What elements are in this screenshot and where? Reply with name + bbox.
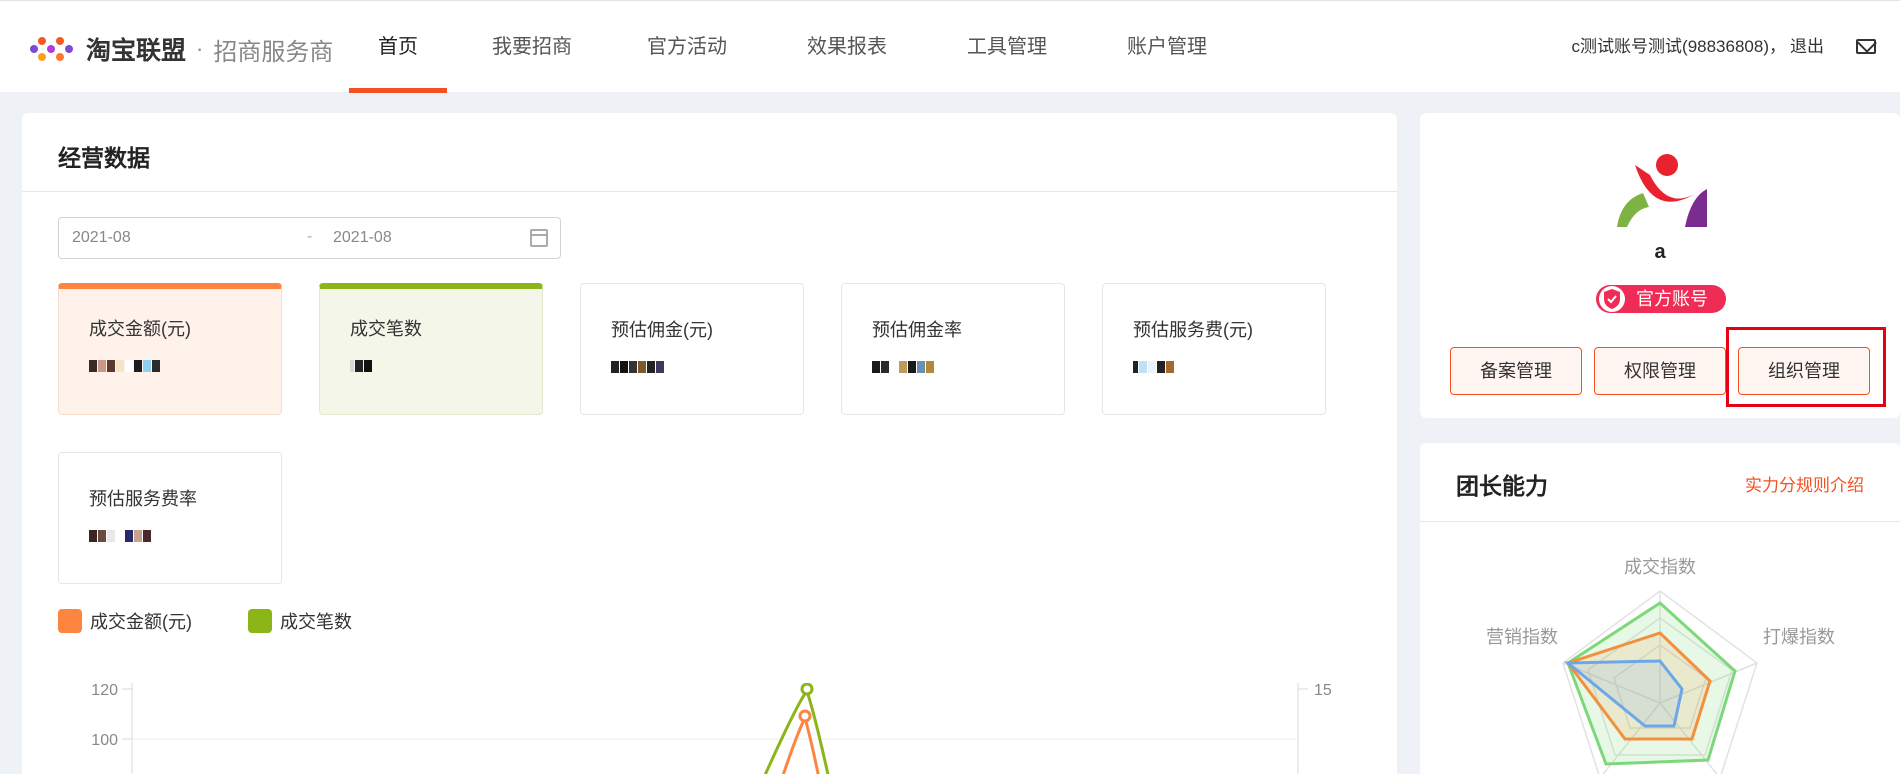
- nav-official-activity[interactable]: 官方活动: [617, 1, 757, 93]
- brand-subtitle: 招商服务商: [213, 38, 334, 66]
- data-point-gmv[interactable]: [798, 709, 812, 723]
- nav-account-management[interactable]: 账户管理: [1077, 1, 1257, 93]
- record-management-button[interactable]: 备案管理: [1450, 347, 1582, 395]
- masked-value: [89, 355, 161, 377]
- y-tick-label: 120: [91, 683, 118, 699]
- legend-item-gmv[interactable]: 成交金额(元): [58, 608, 192, 634]
- nav-recruit[interactable]: 我要招商: [447, 1, 617, 93]
- user-account-text: c测试账号测试(98836808)，: [1571, 37, 1786, 56]
- legend-item-orders[interactable]: 成交笔数: [248, 608, 352, 634]
- radar-axis-label: 打爆指数: [1763, 627, 1835, 647]
- legend-swatch: [248, 609, 272, 633]
- stat-card-commission[interactable]: 预估佣金(元): [580, 283, 804, 415]
- trend-line-chart: 120 100 15: [91, 683, 1332, 774]
- ability-rules-link[interactable]: 实力分规则介绍: [1745, 471, 1864, 496]
- alliance-logo-icon: [30, 35, 78, 63]
- nav-effect-report[interactable]: 效果报表: [757, 1, 937, 93]
- business-data-title: 经营数据: [58, 145, 150, 171]
- brand-logo[interactable]: 淘宝联盟 · 招商服务商: [30, 33, 334, 66]
- mail-icon[interactable]: [1856, 39, 1876, 54]
- stat-card-gmv[interactable]: 成交金额(元): [58, 283, 282, 415]
- stat-card-orders[interactable]: 成交笔数: [319, 283, 543, 415]
- stat-card-commission-rate[interactable]: 预估佣金率: [841, 283, 1065, 415]
- badge-label: 官方账号: [1636, 289, 1708, 309]
- divider: [22, 191, 1397, 192]
- stat-label: 预估佣金率: [872, 320, 962, 340]
- masked-value: [1133, 356, 1175, 378]
- date-separator: -: [307, 228, 313, 245]
- date-start-input[interactable]: 2021-08: [72, 229, 131, 247]
- y-tick-label: 100: [91, 732, 118, 749]
- top-navigation-bar: 淘宝联盟 · 招商服务商 首页 我要招商 官方活动 效果报表 工具管理 账户管理…: [0, 0, 1900, 93]
- legend-swatch: [58, 609, 82, 633]
- series-line-orders: [763, 687, 830, 774]
- ability-title: 团长能力: [1456, 473, 1548, 499]
- stat-label: 成交金额(元): [89, 319, 191, 339]
- stat-label: 预估佣金(元): [611, 320, 713, 340]
- data-point-orders[interactable]: [800, 683, 814, 696]
- shield-check-icon: [1599, 286, 1625, 312]
- radar-axis-label: 营销指数: [1486, 627, 1558, 647]
- avatar: [1617, 154, 1707, 227]
- stat-card-service-fee[interactable]: 预估服务费(元): [1102, 283, 1326, 415]
- divider: [1420, 521, 1900, 522]
- stat-label: 预估服务费(元): [1133, 320, 1253, 340]
- legend-label: 成交笔数: [280, 612, 352, 632]
- nav-tool-management[interactable]: 工具管理: [937, 1, 1077, 93]
- business-data-card: 经营数据 2021-08 - 2021-08 成交金额(元) 成交笔数 预估佣金…: [22, 113, 1397, 774]
- radar-axis-label: 成交指数: [1624, 557, 1696, 577]
- masked-value: [872, 356, 935, 378]
- user-info: c测试账号测试(98836808)， 退出: [1572, 1, 1824, 93]
- official-account-badge: 官方账号: [1596, 285, 1726, 313]
- ability-radar-chart: 成交指数 打爆指数 营销指数: [1486, 557, 1835, 774]
- legend-label: 成交金额(元): [90, 612, 192, 632]
- brand-name: 淘宝联盟: [86, 37, 187, 65]
- calendar-icon[interactable]: [530, 229, 548, 247]
- highlight-box: [1726, 327, 1886, 407]
- nav-home[interactable]: 首页: [349, 1, 447, 93]
- masked-value: [89, 525, 152, 547]
- y2-tick-label: 15: [1314, 683, 1332, 699]
- logout-link[interactable]: 退出: [1790, 37, 1824, 56]
- stat-label: 预估服务费率: [89, 489, 197, 509]
- brand-separator: ·: [196, 36, 204, 61]
- permission-management-button[interactable]: 权限管理: [1594, 347, 1726, 395]
- stat-card-service-fee-rate[interactable]: 预估服务费率: [58, 452, 282, 584]
- date-range-picker[interactable]: 2021-08 - 2021-08: [58, 217, 561, 259]
- date-end-input[interactable]: 2021-08: [333, 229, 392, 247]
- chart-legend: 成交金额(元) 成交笔数: [58, 608, 408, 634]
- main-nav: 首页 我要招商 官方活动 效果报表 工具管理 账户管理: [349, 1, 1257, 93]
- masked-value: [611, 356, 665, 378]
- stat-label: 成交笔数: [350, 319, 422, 339]
- profile-name: a: [1654, 241, 1666, 263]
- masked-value: [350, 355, 373, 377]
- leader-ability-card: 团长能力 实力分规则介绍 成交指数 打爆指数 营销指数: [1420, 443, 1900, 774]
